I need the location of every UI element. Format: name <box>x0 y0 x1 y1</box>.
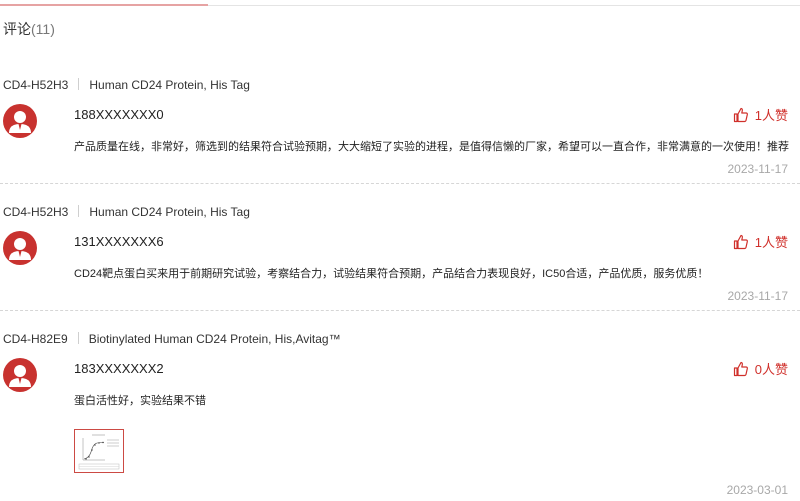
comments-heading-label: 评论 <box>3 21 31 37</box>
user-avatar-icon <box>3 358 37 392</box>
review-item: CD4-H52H3 Human CD24 Protein, His Tag 131… <box>0 205 800 309</box>
separator <box>78 78 80 90</box>
product-code: CD4-H52H3 <box>3 205 69 219</box>
review-date: 2023-03-01 <box>726 483 788 497</box>
thumbs-up-icon <box>733 107 749 123</box>
review-product: CD4-H82E9 Biotinylated Human CD24 Protein… <box>3 332 341 346</box>
like-button[interactable]: 1人赞 <box>733 232 788 251</box>
review-product: CD4-H52H3 Human CD24 Protein, His Tag <box>3 78 250 92</box>
review-item: CD4-H82E9 Biotinylated Human CD24 Protein… <box>0 332 800 500</box>
reviewer-name: 131XXXXXXX6 <box>74 234 164 249</box>
like-count: 0人赞 <box>754 362 788 377</box>
review-text: 蛋白活性好，实验结果不错 <box>74 395 206 407</box>
like-count: 1人赞 <box>754 108 788 123</box>
product-code: CD4-H52H3 <box>3 78 69 92</box>
reviewer-name: 183XXXXXXX2 <box>74 361 164 376</box>
review-date: 2023-11-17 <box>727 289 789 303</box>
active-tab-indicator <box>0 4 208 6</box>
user-avatar-icon <box>3 231 37 265</box>
review-item: CD4-H52H3 Human CD24 Protein, His Tag 188… <box>0 78 800 182</box>
like-button[interactable]: 1人赞 <box>733 105 788 124</box>
reviewer-name: 188XXXXXXX0 <box>74 107 164 122</box>
product-name-link[interactable]: Biotinylated Human CD24 Protein, His,Avi… <box>89 332 341 346</box>
product-name-link[interactable]: Human CD24 Protein, His Tag <box>89 205 250 219</box>
thumbs-up-icon <box>733 361 749 377</box>
thumbs-up-icon <box>733 234 749 250</box>
comments-heading: 评论(11) <box>3 19 55 39</box>
review-product: CD4-H52H3 Human CD24 Protein, His Tag <box>3 205 250 219</box>
separator <box>78 205 80 217</box>
review-divider <box>0 310 800 311</box>
like-count: 1人赞 <box>754 235 788 250</box>
review-date: 2023-11-17 <box>727 162 789 176</box>
user-avatar-icon <box>3 104 37 138</box>
review-text: 产品质量在线，非常好，筛选到的结果符合试验预期，大大缩短了实验的进程，是值得信懒… <box>74 141 789 153</box>
comments-page: 评论(11) CD4-H52H3 Human CD24 Protein, His … <box>0 0 800 501</box>
binding-curve-image <box>75 430 123 472</box>
review-text: CD24靶点蛋白买来用于前期研究试验，考察结合力，试验结果符合预期，产品结合力表… <box>74 268 709 280</box>
product-code: CD4-H82E9 <box>3 332 68 346</box>
review-divider <box>0 183 800 184</box>
like-button[interactable]: 0人赞 <box>733 359 788 378</box>
separator <box>77 332 79 344</box>
review-image-thumbnail[interactable] <box>74 429 124 473</box>
comments-count: (11) <box>31 21 55 37</box>
product-name-link[interactable]: Human CD24 Protein, His Tag <box>89 78 250 92</box>
